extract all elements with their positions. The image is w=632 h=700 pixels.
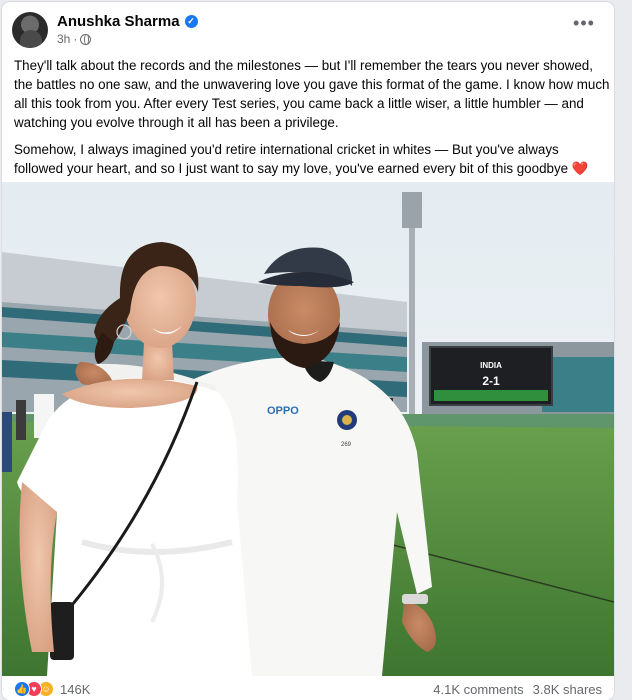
author-name[interactable]: Anushka Sharma	[57, 13, 180, 30]
shirt-number: 269	[341, 442, 352, 448]
scoreboard: INDIA 2-1	[429, 346, 553, 406]
heart-emoji-icon: ❤️	[571, 161, 589, 176]
post-meta: 3h ·	[57, 32, 92, 46]
post-card: Anushka Sharma ✓ 3h · ••• They'll talk a…	[2, 2, 614, 700]
globe-icon[interactable]	[80, 33, 92, 45]
post-paragraph-2-text: Somehow, I always imagined you'd retire …	[14, 142, 569, 176]
post-header: Anushka Sharma ✓ 3h · •••	[12, 12, 602, 48]
engagement-stats: 4.1K comments 3.8K shares	[433, 682, 602, 697]
post-paragraph-1: They'll talk about the records and the m…	[14, 58, 610, 130]
verified-badge-icon: ✓	[184, 15, 198, 28]
more-options-icon[interactable]: •••	[570, 14, 598, 38]
scoreboard-score: 2-1	[482, 374, 500, 388]
post-paragraph-2: Somehow, I always imagined you'd retire …	[14, 140, 610, 178]
post-time[interactable]: 3h	[57, 32, 70, 46]
scoreboard-title: INDIA	[480, 361, 502, 370]
shares-count[interactable]: 3.8K shares	[533, 682, 602, 697]
shirt-logo: OPPO	[267, 405, 299, 417]
post-stats-bar: 👍 ♥ ☺ 146K 4.1K comments 3.8K shares	[2, 678, 614, 700]
author-row: Anushka Sharma ✓	[57, 13, 198, 30]
author-avatar[interactable]	[12, 12, 48, 48]
post-text: They'll talk about the records and the m…	[14, 56, 610, 186]
reactions-summary[interactable]: 👍 ♥ ☺ 146K	[14, 681, 90, 697]
comments-count[interactable]: 4.1K comments	[433, 682, 523, 697]
reactions-count[interactable]: 146K	[60, 682, 90, 697]
post-photo[interactable]: INDIA 2-1 OPPO 269	[2, 182, 614, 676]
meta-separator: ·	[73, 32, 78, 46]
like-reaction-icon: 👍	[14, 681, 30, 697]
